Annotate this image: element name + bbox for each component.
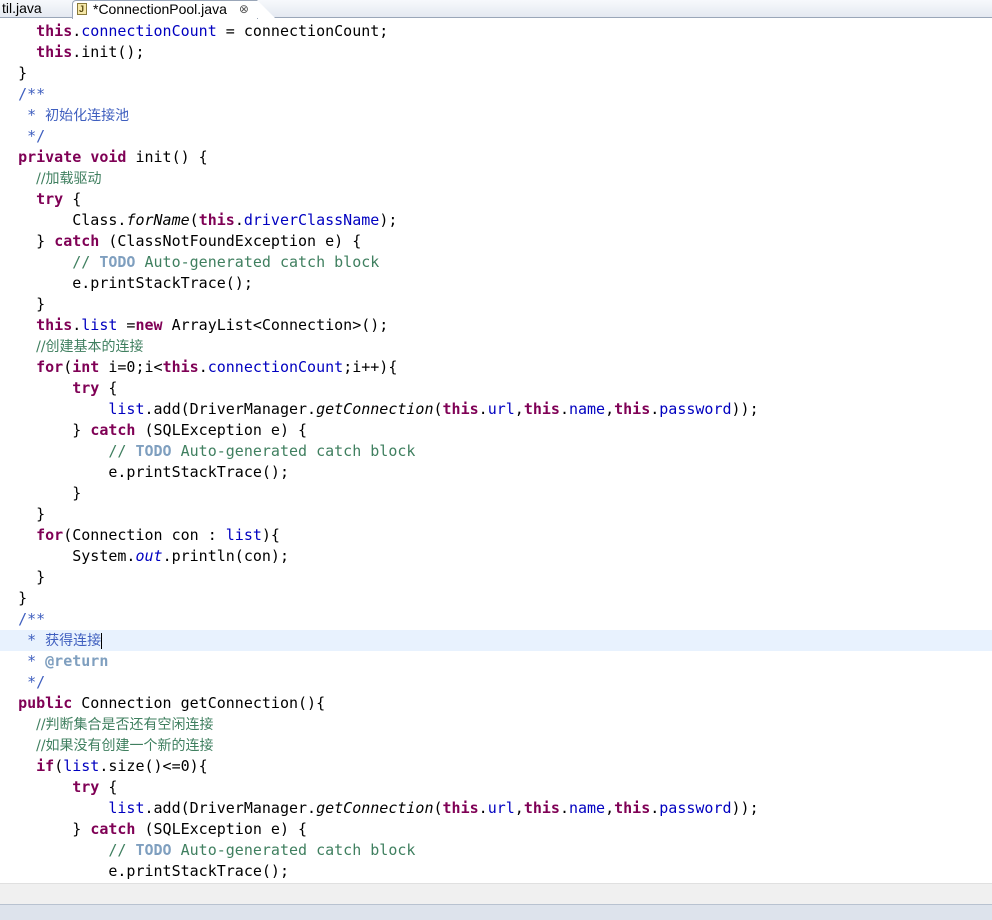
text-caret <box>101 632 103 649</box>
code-line[interactable]: // TODO Auto-generated catch block <box>0 840 992 861</box>
code-line[interactable]: } <box>0 63 992 84</box>
code-line[interactable]: /** <box>0 84 992 105</box>
editor-tab-bar: til.java *ConnectionPool.java ⊗ <box>0 0 992 19</box>
code-line[interactable]: } <box>0 504 992 525</box>
code-line[interactable]: try { <box>0 189 992 210</box>
code-line[interactable]: for(int i=0;i<this.connectionCount;i++){ <box>0 357 992 378</box>
code-line[interactable]: list.add(DriverManager.getConnection(thi… <box>0 798 992 819</box>
tab-util-java[interactable]: til.java <box>0 0 42 17</box>
status-bar <box>0 904 992 920</box>
code-line[interactable]: System.out.println(con); <box>0 546 992 567</box>
code-line[interactable]: * 初始化连接池 <box>0 105 992 126</box>
code-line[interactable]: */ <box>0 672 992 693</box>
tab-connection-pool-java[interactable]: *ConnectionPool.java ⊗ <box>72 0 275 19</box>
code-line[interactable]: } <box>0 483 992 504</box>
code-line[interactable]: //加载驱动 <box>0 168 992 189</box>
code-line[interactable]: } <box>0 294 992 315</box>
code-editor[interactable]: this.connectionCount = connectionCount; … <box>0 21 992 883</box>
code-line[interactable]: */ <box>0 126 992 147</box>
code-line[interactable]: * @return <box>0 651 992 672</box>
code-line[interactable]: //如果没有创建一个新的连接 <box>0 735 992 756</box>
code-line[interactable]: this.connectionCount = connectionCount; <box>0 21 992 42</box>
code-line[interactable]: /** <box>0 609 992 630</box>
code-line[interactable]: //创建基本的连接 <box>0 336 992 357</box>
code-line[interactable]: this.init(); <box>0 42 992 63</box>
code-line[interactable]: } catch (SQLException e) { <box>0 420 992 441</box>
code-line[interactable]: // TODO Auto-generated catch block <box>0 441 992 462</box>
code-line[interactable]: } catch (ClassNotFoundException e) { <box>0 231 992 252</box>
code-line[interactable]: public Connection getConnection(){ <box>0 693 992 714</box>
tab-label: til.java <box>2 0 42 16</box>
java-file-icon <box>77 1 87 17</box>
code-line[interactable]: } catch (SQLException e) { <box>0 819 992 840</box>
code-line[interactable]: } <box>0 567 992 588</box>
code-line[interactable]: list.add(DriverManager.getConnection(thi… <box>0 399 992 420</box>
close-icon[interactable]: ⊗ <box>239 1 249 17</box>
code-line[interactable]: // TODO Auto-generated catch block <box>0 252 992 273</box>
code-line[interactable]: } <box>0 588 992 609</box>
code-line[interactable]: e.printStackTrace(); <box>0 861 992 882</box>
code-line[interactable]: if(list.size()<=0){ <box>0 756 992 777</box>
tab-label: *ConnectionPool.java <box>93 1 227 17</box>
code-line[interactable]: for(Connection con : list){ <box>0 525 992 546</box>
code-line[interactable]: e.printStackTrace(); <box>0 462 992 483</box>
code-line[interactable]: try { <box>0 777 992 798</box>
code-line[interactable]: this.list =new ArrayList<Connection>(); <box>0 315 992 336</box>
code-line[interactable]: e.printStackTrace(); <box>0 273 992 294</box>
code-line[interactable]: private void init() { <box>0 147 992 168</box>
horizontal-scrollbar[interactable] <box>0 883 992 904</box>
code-line[interactable]: try { <box>0 378 992 399</box>
code-line[interactable]: //判断集合是否还有空闲连接 <box>0 714 992 735</box>
code-line-current[interactable]: * 获得连接 <box>0 630 992 651</box>
code-line[interactable]: Class.forName(this.driverClassName); <box>0 210 992 231</box>
